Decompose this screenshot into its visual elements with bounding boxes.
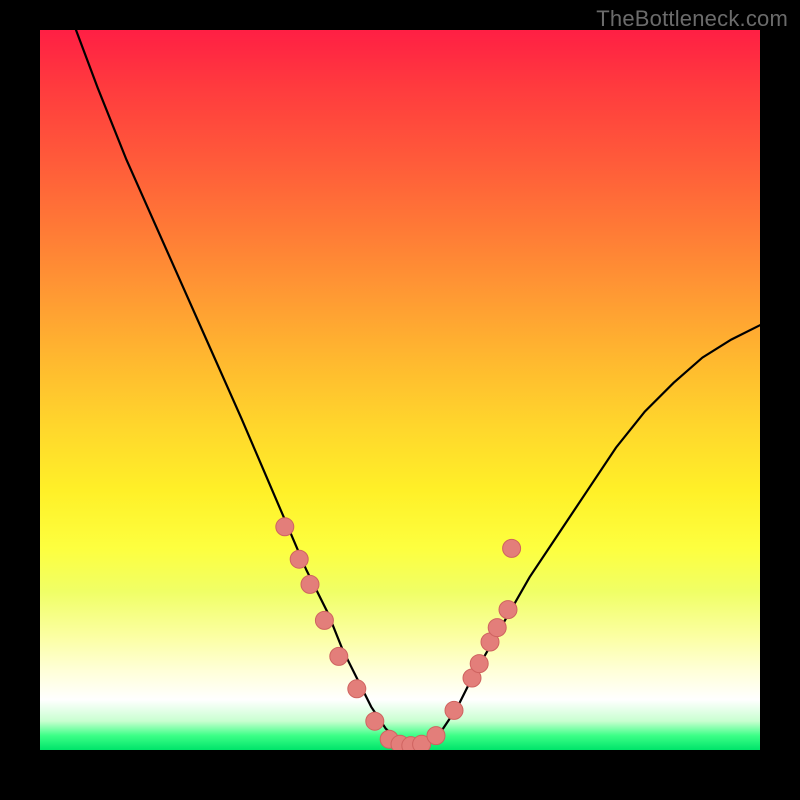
curve-marker — [499, 601, 517, 619]
curve-marker — [488, 619, 506, 637]
curve-svg — [40, 30, 760, 750]
plot-area — [40, 30, 760, 750]
curve-markers — [276, 518, 521, 750]
curve-marker — [366, 712, 384, 730]
curve-marker — [301, 575, 319, 593]
curve-marker — [330, 647, 348, 665]
bottleneck-curve — [76, 30, 760, 746]
curve-marker — [315, 611, 333, 629]
curve-marker — [276, 518, 294, 536]
curve-marker — [348, 680, 366, 698]
curve-marker — [470, 655, 488, 673]
curve-marker — [503, 539, 521, 557]
curve-marker — [290, 550, 308, 568]
chart-frame: TheBottleneck.com — [0, 0, 800, 800]
watermark-text: TheBottleneck.com — [596, 6, 788, 32]
curve-marker — [427, 727, 445, 745]
curve-marker — [445, 701, 463, 719]
